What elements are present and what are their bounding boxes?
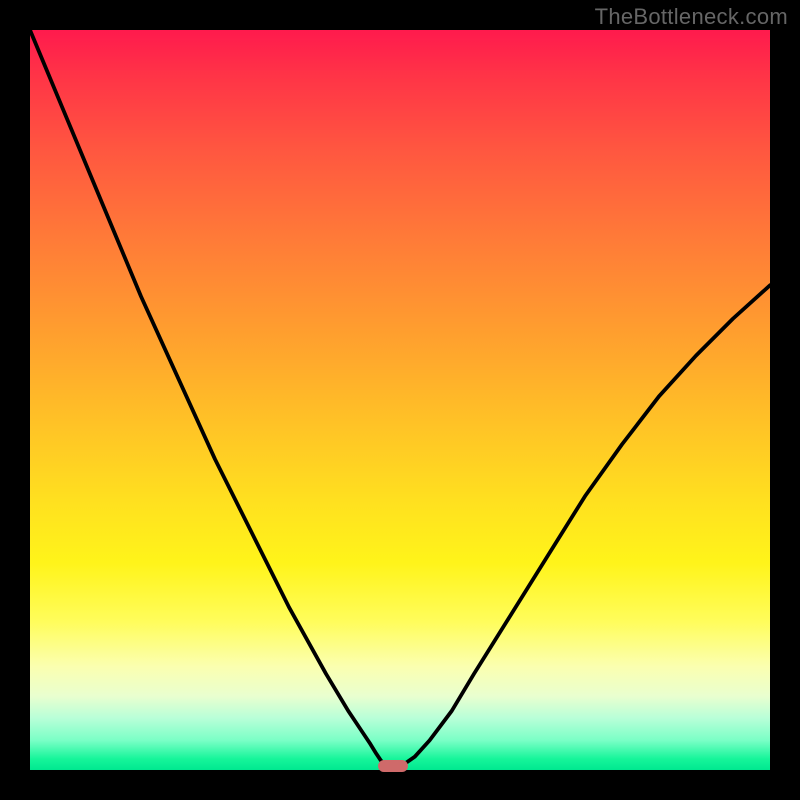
chart-frame: TheBottleneck.com <box>0 0 800 800</box>
optimum-marker <box>378 760 408 772</box>
watermark-text: TheBottleneck.com <box>595 4 788 30</box>
plot-area <box>30 30 770 770</box>
curve-path <box>30 30 770 770</box>
bottleneck-curve <box>30 30 770 770</box>
